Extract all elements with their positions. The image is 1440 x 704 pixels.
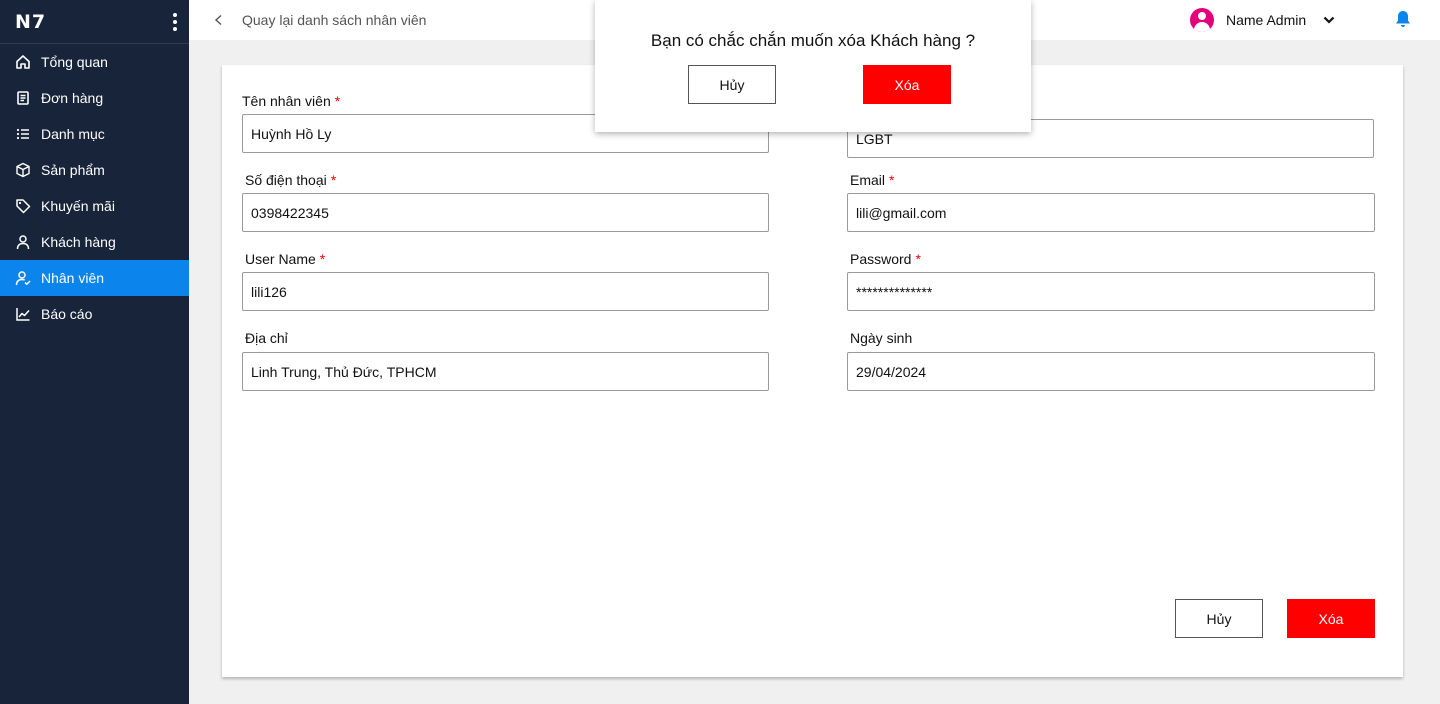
sidebar-item-khuyen-mai[interactable]: Khuyến mãi (0, 188, 189, 224)
sidebar-item-label: Báo cáo (41, 306, 93, 322)
brand-logo: N7 (15, 10, 47, 33)
avatar[interactable] (1190, 8, 1214, 32)
confirm-delete-dialog: Bạn có chắc chắn muốn xóa Khách hàng ? H… (595, 0, 1031, 132)
sidebar-item-danh-muc[interactable]: Danh mục (0, 116, 189, 152)
delete-button[interactable]: Xóa (1287, 599, 1375, 638)
birthday-field[interactable] (847, 352, 1375, 391)
sidebar-item-label: Đơn hàng (41, 90, 104, 106)
email-field[interactable] (847, 193, 1375, 232)
username-label: User Name * (245, 251, 326, 267)
sidebar-item-label: Khuyến mãi (41, 198, 115, 214)
address-label: Địa chỉ (245, 330, 288, 346)
sidebar-item-label: Sản phẩm (41, 162, 105, 178)
birthday-label: Ngày sinh (850, 330, 913, 346)
password-label: Password * (850, 251, 921, 267)
sidebar-item-label: Tổng quan (41, 54, 108, 70)
sidebar: N7 Tổng quan Đơn hàng Danh mục Sản phẩm … (0, 0, 189, 704)
dialog-cancel-button[interactable]: Hủy (688, 65, 776, 104)
box-icon (16, 162, 30, 178)
sidebar-item-tong-quan[interactable]: Tổng quan (0, 44, 189, 80)
sidebar-item-label: Nhân viên (41, 270, 105, 286)
sidebar-item-san-pham[interactable]: Sản phẩm (0, 152, 189, 188)
tag-icon (16, 199, 31, 214)
employee-form-card: Tên nhân viên* Số điện thoại* Email* Use… (222, 65, 1403, 677)
sidebar-item-khach-hang[interactable]: Khách hàng (0, 224, 189, 260)
receipt-icon (17, 91, 29, 105)
back-link-label: Quay lại danh sách nhân viên (242, 12, 427, 28)
sidebar-header: N7 (0, 0, 189, 44)
password-field[interactable] (847, 272, 1375, 311)
phone-field[interactable] (242, 193, 769, 232)
home-icon (16, 55, 30, 69)
sidebar-item-don-hang[interactable]: Đơn hàng (0, 80, 189, 116)
name-label: Tên nhân viên * (242, 93, 341, 109)
user-name: Name Admin (1226, 12, 1307, 28)
bell-icon[interactable] (1393, 9, 1413, 29)
user-icon (16, 235, 30, 250)
user-menu[interactable]: Name Admin (1190, 8, 1336, 32)
chevron-left-icon (214, 14, 222, 26)
sidebar-item-label: Danh mục (41, 126, 105, 142)
chevron-down-icon[interactable] (1322, 13, 1336, 27)
sidebar-item-bao-cao[interactable]: Báo cáo (0, 296, 189, 332)
chart-icon (16, 308, 30, 321)
sidebar-nav: Tổng quan Đơn hàng Danh mục Sản phẩm Khu… (0, 44, 189, 332)
user-check-icon (15, 271, 31, 286)
username-field[interactable] (242, 272, 769, 311)
list-icon (16, 128, 29, 140)
sidebar-item-label: Khách hàng (41, 234, 116, 250)
email-label: Email * (850, 172, 895, 188)
more-options-icon[interactable] (169, 12, 181, 31)
address-field[interactable] (242, 352, 769, 391)
dialog-message: Bạn có chắc chắn muốn xóa Khách hàng ? (650, 31, 976, 50)
back-link[interactable]: Quay lại danh sách nhân viên (213, 12, 426, 28)
phone-label: Số điện thoại * (245, 172, 337, 188)
cancel-button[interactable]: Hủy (1175, 599, 1263, 638)
sidebar-item-nhan-vien[interactable]: Nhân viên (0, 260, 189, 296)
dialog-confirm-delete-button[interactable]: Xóa (863, 65, 951, 104)
